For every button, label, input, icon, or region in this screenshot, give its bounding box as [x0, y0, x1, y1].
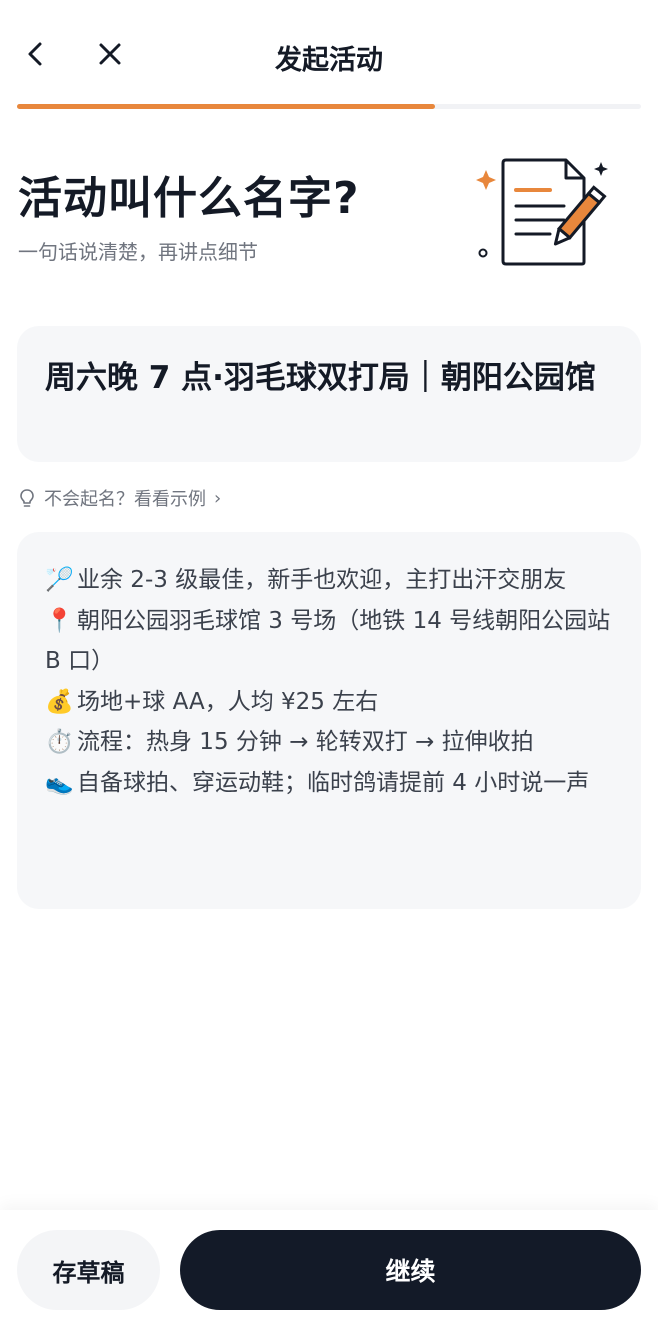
description-line: 💰 场地+球 AA，人均 ¥25 左右	[45, 682, 613, 723]
step-progress-fill	[17, 104, 436, 109]
top-bar: 发起活动	[0, 0, 658, 104]
step-progress-bar	[17, 104, 641, 109]
naming-examples-link[interactable]: 不会起名？看看示例 ›	[18, 484, 221, 512]
question-subtitle: 一句话说清楚，再讲点细节	[18, 240, 258, 264]
activity-name-input[interactable]: 周六晚 7 点·羽毛球双打局｜朝阳公园馆	[17, 326, 641, 462]
stopwatch-icon: ⏱️	[45, 729, 74, 755]
continue-button[interactable]: 继续	[180, 1230, 641, 1310]
save-draft-button[interactable]: 存草稿	[17, 1230, 160, 1310]
chevron-right-icon: ›	[214, 487, 222, 509]
description-line: ⏱️ 流程：热身 15 分钟 → 轮转双打 → 拉伸收拍	[45, 722, 613, 763]
hint-text: 不会起名？看看示例	[44, 489, 206, 510]
lightbulb-icon	[20, 489, 34, 507]
description-line: 📍 朝阳公园羽毛球馆 3 号场（地铁 14 号线朝阳公园站 B 口）	[45, 601, 613, 682]
activity-name-value: 周六晚 7 点·羽毛球双打局｜朝阳公园馆	[45, 360, 596, 396]
bottom-action-bar: 存草稿 继续	[0, 1210, 658, 1340]
document-pencil-icon	[476, 158, 608, 266]
money-bag-icon: 💰	[45, 688, 74, 715]
activity-description-input[interactable]: 🏸 业余 2-3 级最佳，新手也欢迎，主打出汗交朋友 📍 朝阳公园羽毛球馆 3 号场…	[17, 532, 641, 909]
page-title: 发起活动	[275, 45, 383, 76]
description-line: 🏸 业余 2-3 级最佳，新手也欢迎，主打出汗交朋友	[45, 560, 613, 601]
question-title: 活动叫什么名字?	[18, 173, 360, 224]
sneaker-icon: 👟	[45, 769, 74, 796]
description-line: 👟 自备球拍、穿运动鞋；临时鸽请提前 4 小时说一声	[45, 763, 613, 804]
badminton-icon: 🏸	[45, 567, 74, 593]
location-pin-icon: 📍	[45, 607, 74, 634]
